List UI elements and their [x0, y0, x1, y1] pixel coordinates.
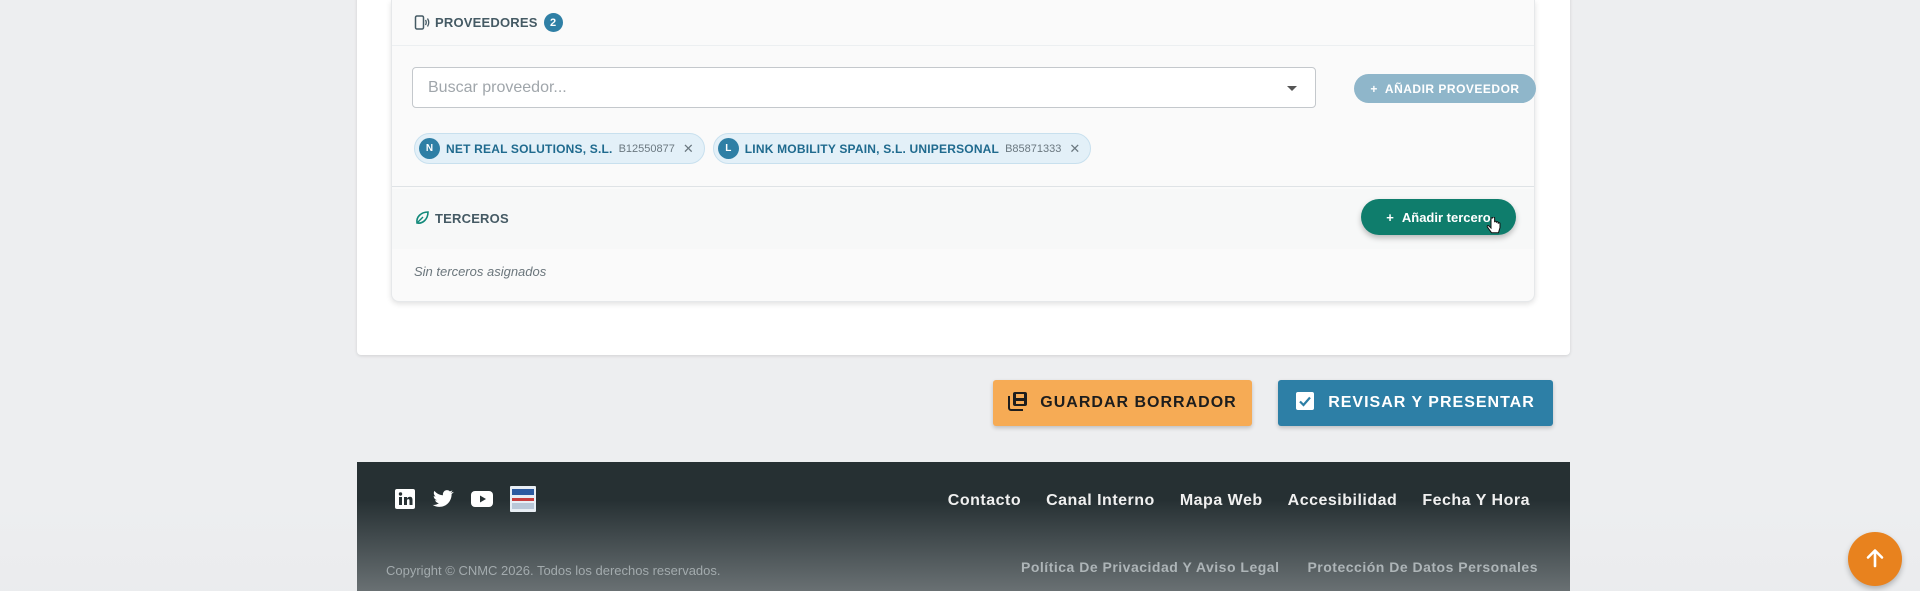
provider-search-select[interactable]: [412, 67, 1316, 108]
review-submit-label: REVISAR Y PRESENTAR: [1328, 394, 1535, 411]
hand-cursor-icon: [1486, 216, 1502, 242]
remove-chip-icon[interactable]: ✕: [1069, 141, 1080, 157]
review-submit-button[interactable]: REVISAR Y PRESENTAR: [1278, 380, 1553, 426]
chip-cif: B85871333: [1005, 142, 1062, 155]
providers-count-badge: 2: [543, 13, 563, 32]
social-links: [395, 486, 536, 512]
add-provider-label: AÑADIR PROVEEDOR: [1384, 81, 1520, 96]
scroll-to-top-button[interactable]: [1848, 532, 1902, 586]
chip-name: LINK MOBILITY SPAIN, S.L. UNIPERSONAL: [744, 141, 1000, 156]
save-draft-button[interactable]: GUARDAR BORRADOR: [993, 380, 1252, 426]
youtube-icon[interactable]: [471, 491, 493, 507]
footer-link-mapa-web[interactable]: Mapa Web: [1180, 492, 1263, 510]
copyright-text: Copyright © CNMC 2026. Todos los derecho…: [386, 563, 721, 578]
site-footer: Contacto Canal Interno Mapa Web Accesibi…: [357, 462, 1570, 591]
chevron-down-icon[interactable]: [1287, 86, 1297, 91]
sede-badge-icon[interactable]: [510, 486, 536, 512]
providers-title: PROVEEDORES: [435, 15, 538, 30]
provider-search-input[interactable]: [428, 78, 1248, 97]
chip-cif: B12550877: [618, 142, 675, 155]
legal-link-privacidad[interactable]: Política De Privacidad Y Aviso Legal: [1021, 559, 1279, 575]
legal-link-proteccion-datos[interactable]: Protección De Datos Personales: [1307, 559, 1538, 575]
footer-link-fecha-hora[interactable]: Fecha Y Hora: [1422, 492, 1530, 510]
remove-chip-icon[interactable]: ✕: [683, 141, 694, 157]
providers-panel: PROVEEDORES 2 + AÑADIR PROVEEDOR N NET R…: [391, 0, 1536, 302]
plus-icon: +: [1370, 81, 1378, 96]
leaf-icon: [414, 210, 430, 226]
arrow-up-icon: [1864, 547, 1886, 572]
footer-link-accesibilidad[interactable]: Accesibilidad: [1288, 492, 1398, 510]
chip-avatar: L: [717, 138, 739, 159]
section-divider: [392, 186, 1534, 187]
provider-chip: N NET REAL SOLUTIONS, S.L. B12550877 ✕: [414, 133, 705, 164]
checkbox-checked-icon: [1296, 391, 1315, 415]
footer-link-contacto[interactable]: Contacto: [948, 492, 1021, 510]
phone-signal-icon: [414, 14, 430, 31]
terceros-title: TERCEROS: [435, 210, 509, 226]
twitter-icon[interactable]: [432, 490, 454, 508]
linkedin-icon[interactable]: [395, 489, 415, 509]
terceros-empty-text: Sin terceros asignados: [414, 264, 547, 279]
footer-link-canal-interno[interactable]: Canal Interno: [1046, 492, 1155, 510]
add-tercero-label: Añadir tercero: [1401, 209, 1491, 225]
add-provider-button[interactable]: + AÑADIR PROVEEDOR: [1354, 74, 1536, 103]
footer-nav: Contacto Canal Interno Mapa Web Accesibi…: [948, 492, 1530, 510]
save-draft-icon: [1008, 391, 1028, 416]
provider-chip: L LINK MOBILITY SPAIN, S.L. UNIPERSONAL …: [712, 133, 1092, 164]
providers-header: PROVEEDORES 2: [392, 0, 1534, 46]
legal-nav: Política De Privacidad Y Aviso Legal Pro…: [1021, 559, 1538, 575]
plus-icon: +: [1386, 209, 1394, 225]
save-draft-label: GUARDAR BORRADOR: [1040, 394, 1237, 411]
chip-avatar: N: [419, 138, 440, 159]
provider-chips: N NET REAL SOLUTIONS, S.L. B12550877 ✕ L…: [414, 133, 1092, 164]
chip-name: NET REAL SOLUTIONS, S.L.: [446, 141, 613, 156]
